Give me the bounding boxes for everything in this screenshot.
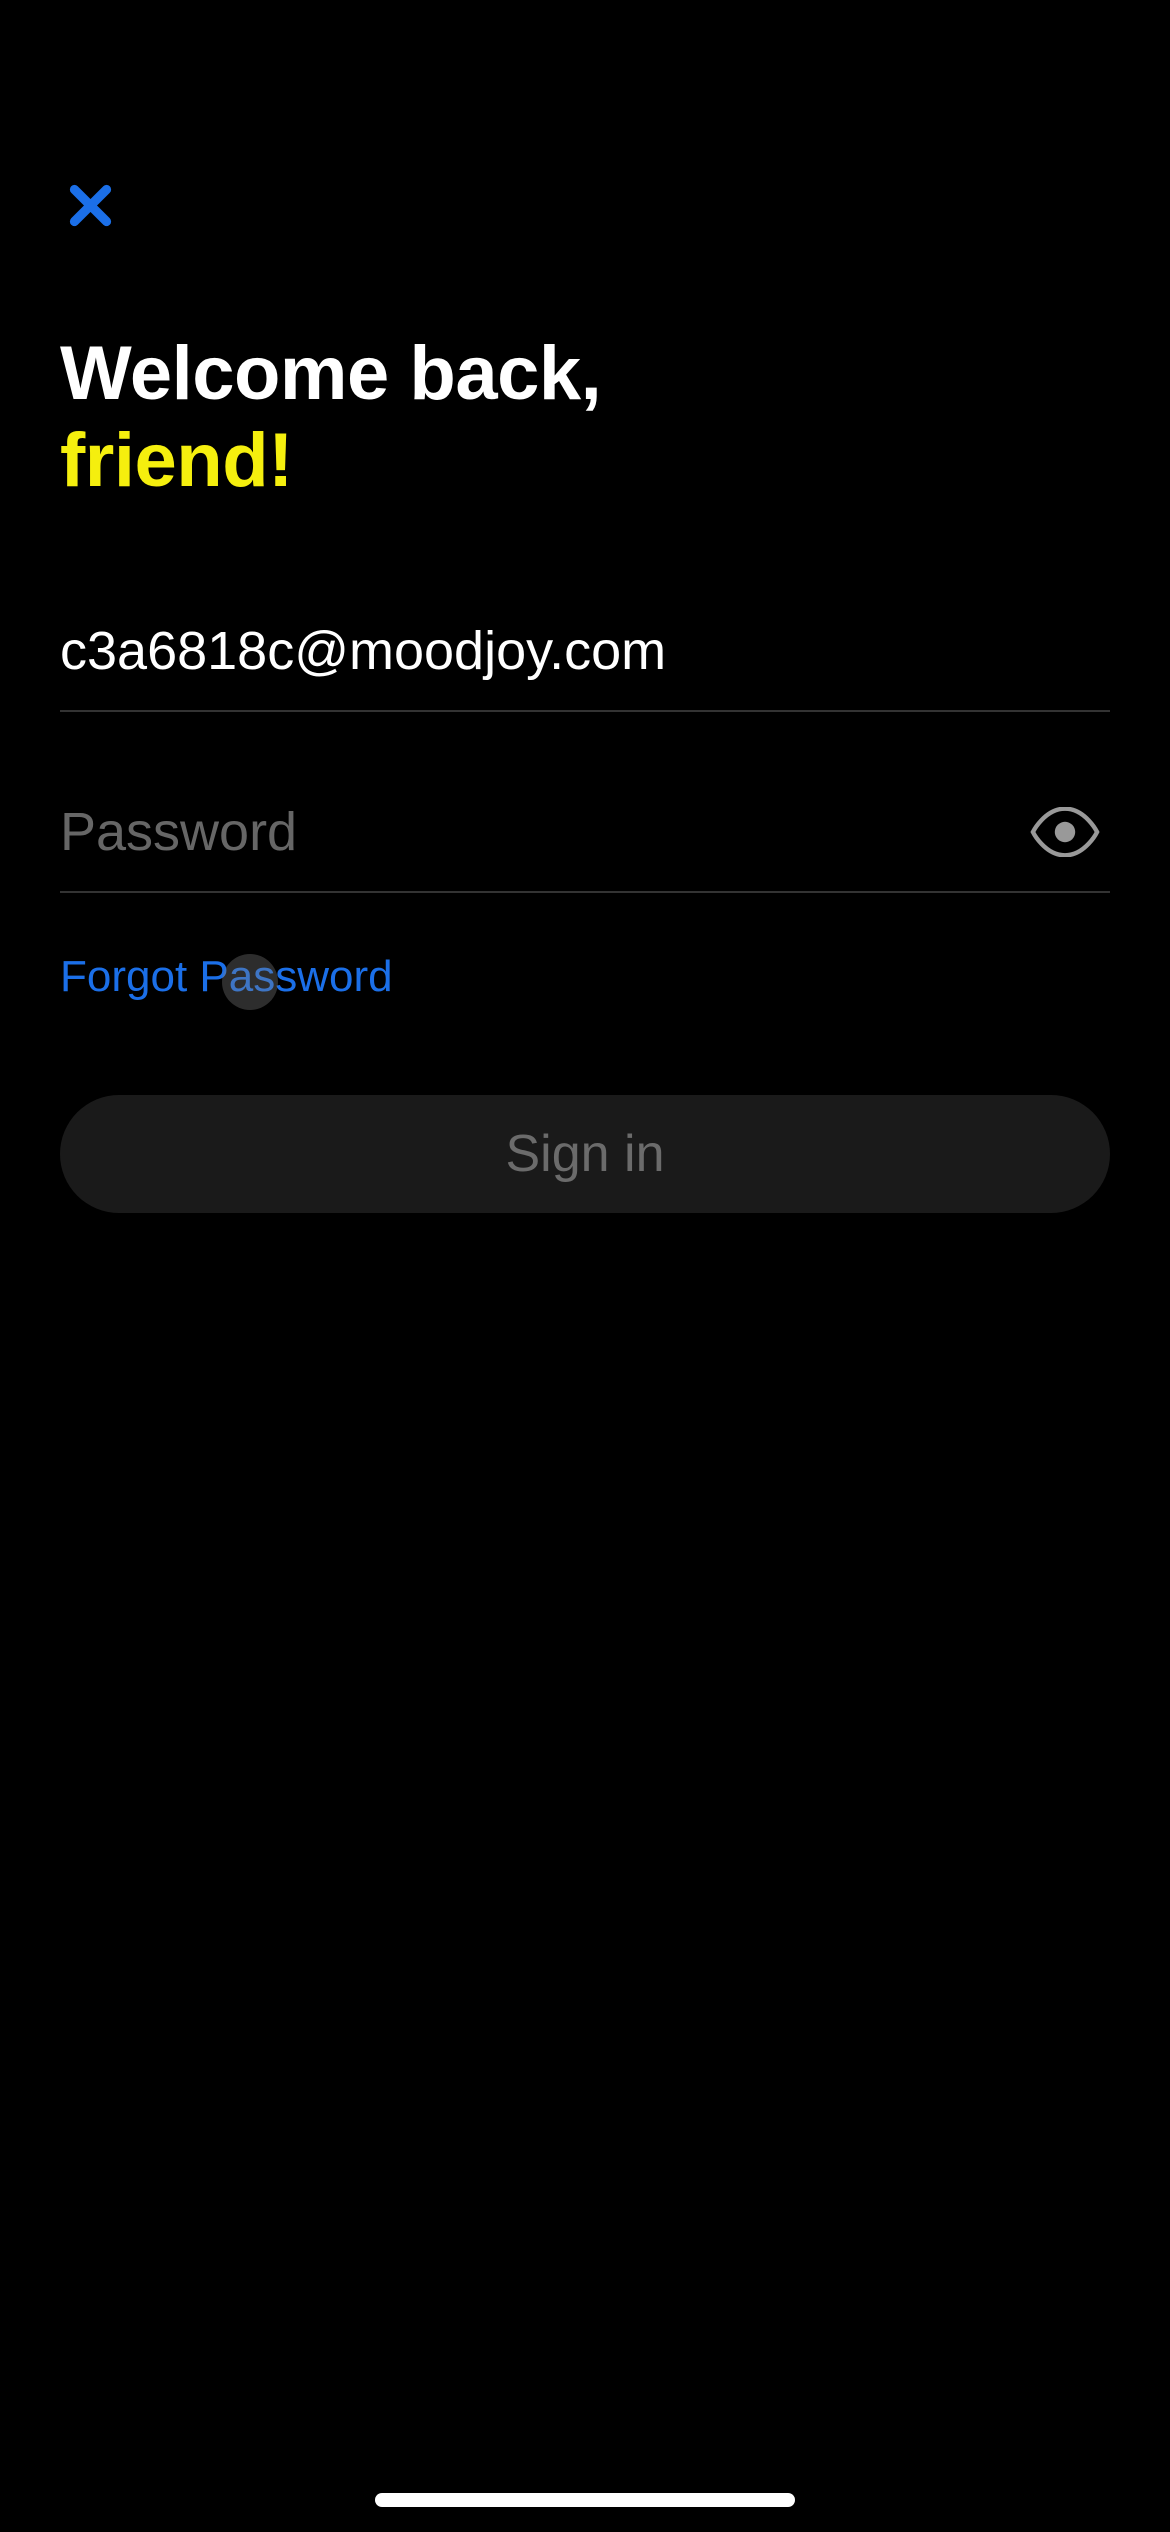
forgot-password-link[interactable]: Forgot Password (60, 952, 393, 1002)
close-icon (63, 178, 118, 233)
email-field[interactable] (60, 620, 1110, 682)
password-field[interactable] (60, 801, 1020, 863)
close-button[interactable] (60, 175, 120, 235)
heading-line-1: Welcome back, (60, 330, 601, 417)
toggle-password-visibility-button[interactable] (1020, 797, 1110, 867)
password-field-container (60, 773, 1110, 893)
email-field-container (60, 592, 1110, 712)
signin-button[interactable]: Sign in (60, 1095, 1110, 1213)
home-indicator (375, 2493, 795, 2507)
heading-line-2: friend! (60, 417, 601, 504)
page-title: Welcome back, friend! (60, 330, 601, 505)
eye-icon (1030, 807, 1100, 857)
